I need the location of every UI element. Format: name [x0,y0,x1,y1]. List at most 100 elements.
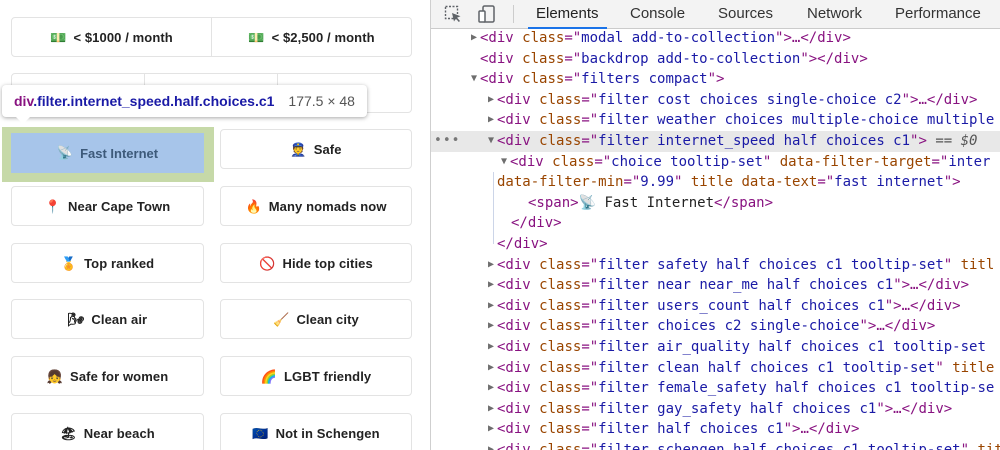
inspect-element-icon[interactable] [441,3,465,25]
dom-token: class [539,297,582,314]
dom-token: 📡 Fast Internet [578,194,715,211]
devtools-toolbar: Elements Console Sources Network Perform… [431,0,1000,29]
dom-token: ">…</div> [876,400,953,417]
dom-token: class [539,318,582,335]
dom-token: filter near near_me half choices c1 [598,277,894,294]
expand-triangle-right-icon[interactable]: ▶ [485,419,497,440]
filter-hide-top-cities[interactable]: 🚫 Hide top cities [220,243,412,283]
filter-lgbt-friendly[interactable]: 🌈 LGBT friendly [220,356,412,396]
dom-line[interactable]: ▶ <div class="filter choices c2 single-ch… [431,316,1000,337]
dom-token: </span> [714,194,774,211]
filter-label: Hide top cities [282,255,373,271]
dom-token: class [539,256,582,273]
expand-triangle-down-icon[interactable]: ▼ [485,131,497,152]
dom-token: <span> [528,194,579,211]
dom-token: backdrop add-to-collection [581,50,801,67]
dom-line[interactable]: ▼ <div class="filters compact"> [431,69,1000,90]
filter-label: Near Cape Town [68,198,171,214]
expand-triangle-right-icon[interactable]: ▶ [485,110,497,131]
dom-tree[interactable]: ▶ <div class="modal add-to-collection">…<… [431,29,1000,450]
tab-performance[interactable]: Performance [895,0,981,28]
dom-token: =" [581,421,599,438]
dom-token: <div [497,277,540,294]
dom-line[interactable]: ▶ <div class="filter safety half choices … [431,255,1000,276]
dom-line[interactable]: ▶ <div class="filter clean half choices c… [431,358,1000,379]
dom-line[interactable]: </div> [431,234,1000,255]
filter-safe-for-women[interactable]: 👧 Safe for women [11,356,204,396]
dom-token: filter cost choices single-choice c2 [598,91,902,108]
expand-triangle-right-icon[interactable]: ▶ [485,337,497,358]
dom-line[interactable]: ▶ <div class="filter schengen half choice… [431,440,1000,450]
expand-triangle-down-icon[interactable]: ▼ [468,69,480,90]
filter-near-cape-town[interactable]: 📍 Near Cape Town [11,186,204,226]
devtools-panel: Elements Console Sources Network Perform… [430,0,1000,450]
device-toolbar-icon[interactable] [475,3,499,25]
expand-triangle-right-icon[interactable]: ▶ [485,358,497,379]
tab-elements[interactable]: Elements [528,0,607,29]
dom-line[interactable]: ▶ <div class="filter air_quality half cho… [431,337,1000,358]
dom-line[interactable]: ▶ <div class="filter users_count half cho… [431,296,1000,317]
tab-network[interactable]: Network [807,0,862,28]
dom-line-text: <div class="filter schengen half choices… [497,440,1000,450]
expand-triangle-right-icon[interactable]: ▶ [485,275,497,296]
filter-not-in-schengen[interactable]: 🇪🇺 Not in Schengen [220,413,412,450]
rainbow-icon: 🌈 [260,368,278,384]
expand-triangle-right-icon[interactable]: ▶ [485,440,497,450]
dom-line[interactable]: ▶ <div class="filter female_safety half c… [431,378,1000,399]
dom-line[interactable]: <div class="backdrop add-to-collection">… [431,49,1000,70]
dom-token: <div [510,153,553,170]
dom-token: ">…</div> [859,318,936,335]
dom-token: <div [497,256,540,273]
filter-label: Clean city [296,311,359,327]
dom-token: choice tooltip-set [611,153,763,170]
expand-triangle-right-icon[interactable]: ▶ [485,296,497,317]
dom-token: filter weather choices multiple-choice m… [598,112,995,129]
dom-line[interactable]: ▶ <div class="filter gay_safety half choi… [431,399,1000,420]
dom-token: 9.99 [640,174,675,191]
dom-line-text: <div class="filter weather choices multi… [497,110,994,131]
dom-token: class [539,442,582,450]
filter-clean-air[interactable]: 🌬 Clean air [11,299,204,339]
filter-many-nomads[interactable]: 🔥 Many nomads now [220,186,412,226]
more-options-icon[interactable]: ••• [434,131,460,152]
tab-sources[interactable]: Sources [718,0,773,28]
expand-triangle-right-icon[interactable]: ▶ [485,255,497,276]
dom-line[interactable]: ▶ <div class="filter weather choices mult… [431,110,1000,131]
money-icon: 💵 [248,29,265,45]
expand-triangle-right-icon[interactable]: ▶ [468,28,480,49]
expand-triangle-right-icon[interactable]: ▶ [485,90,497,111]
dom-line-selected[interactable]: ••• ▼ <div class="filter internet_speed ha… [431,131,1000,152]
dom-token: =" [581,297,599,314]
filter-cost-1000[interactable]: 💵 < $1000 / month [11,17,212,57]
dom-token: "></div> [800,50,868,67]
filter-fast-internet[interactable]: 📡 Fast Internet [11,133,204,173]
dom-token: =" [594,153,612,170]
dom-line-text: <div class="filter half choices c1">…</d… [497,419,859,440]
filter-top-ranked[interactable]: 🏅 Top ranked [11,243,204,283]
dom-line[interactable]: <span>📡 Fast Internet</span> [431,193,1000,214]
filter-label: Many nomads now [268,198,387,214]
dom-line[interactable]: ▶ <div class="filter half choices c1">…</… [431,419,1000,440]
dom-line[interactable]: ▶ <div class="filter cost choices single-… [431,90,1000,111]
page-viewport: 💵 < $1000 / month 💵 < $2,500 / month 📡 F… [0,0,430,450]
expand-triangle-right-icon[interactable]: ▶ [485,378,497,399]
filter-clean-city[interactable]: 🧹 Clean city [220,299,412,339]
dom-line[interactable]: ▼ <div class="choice tooltip-set" data-fi… [431,152,1000,173]
dom-token: "> [943,174,961,191]
dom-line-text: <div class="filter gay_safety half choic… [497,399,952,420]
dom-line[interactable]: </div> [431,213,1000,234]
filter-cost-2500[interactable]: 💵 < $2,500 / month [212,17,412,57]
filter-near-beach[interactable]: 🏖 Near beach [11,413,204,450]
tab-console[interactable]: Console [630,0,685,28]
dom-line[interactable]: data-filter-min="9.99" title data-text="… [431,172,1000,193]
expand-triangle-right-icon[interactable]: ▶ [485,316,497,337]
dom-token: inter [948,153,991,170]
expand-triangle-down-icon[interactable]: ▼ [498,152,510,173]
filter-safe[interactable]: 👮 Safe [220,129,412,169]
dom-token: ">…</div> [775,30,851,46]
fire-icon: 🔥 [245,198,262,214]
dom-line[interactable]: ▶ <div class="filter near near_me half ch… [431,275,1000,296]
dom-token: <div [497,91,540,108]
expand-triangle-right-icon[interactable]: ▶ [485,399,497,420]
dom-line[interactable]: ▶ <div class="modal add-to-collection">…<… [431,28,1000,49]
